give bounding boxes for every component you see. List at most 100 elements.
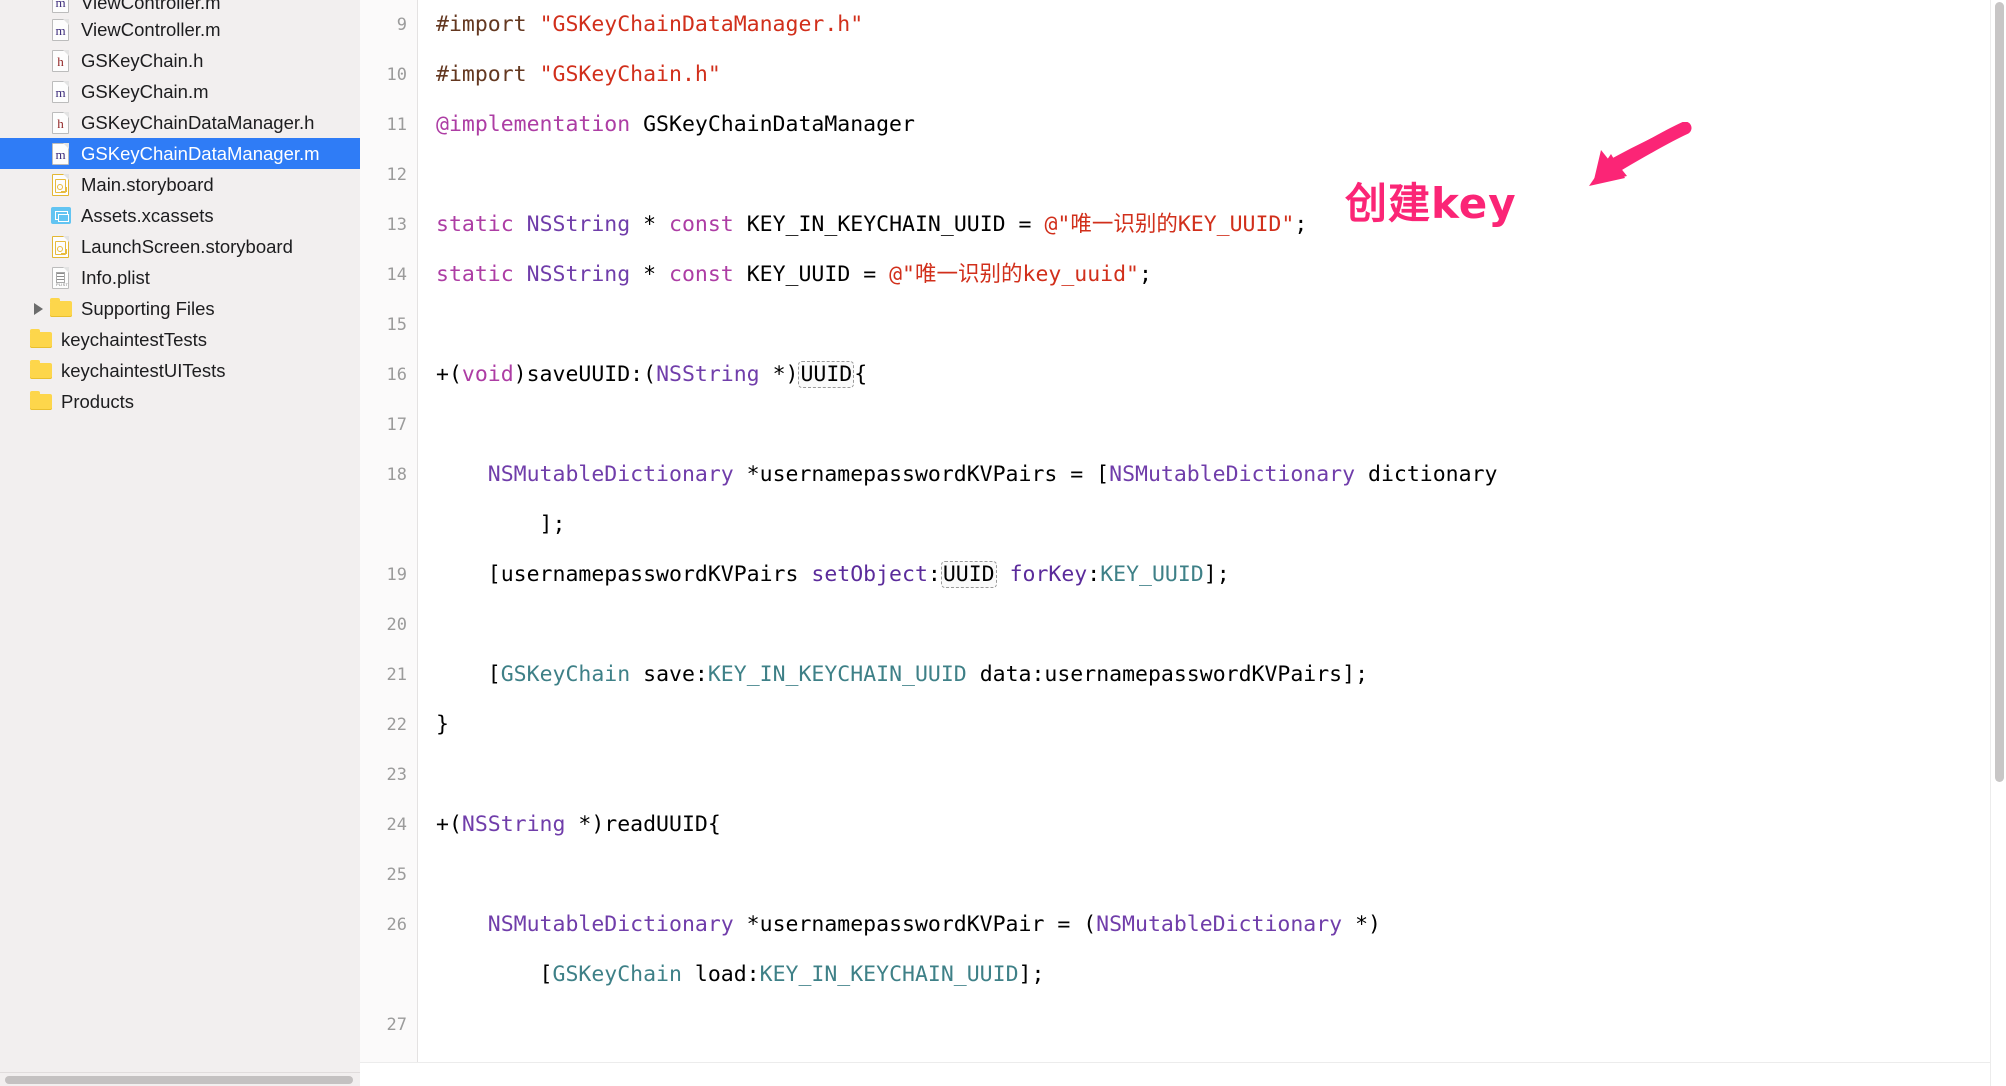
sidebar-item-label: Products xyxy=(61,391,134,413)
sidebar-item-viewcontroller-m[interactable]: mViewController.m xyxy=(0,0,360,14)
code-line[interactable]: NSMutableDictionary *usernamepasswordKVP… xyxy=(436,900,2006,950)
code-area[interactable]: #import "GSKeyChainDataManager.h"#import… xyxy=(418,0,2006,1086)
line-number: 10 xyxy=(360,50,417,100)
sidebar-item-label: keychaintestTests xyxy=(61,329,207,351)
sidebar-item-gskeychaindatamanager-h[interactable]: hGSKeyChainDataManager.h xyxy=(0,107,360,138)
line-number: 25 xyxy=(360,850,417,900)
code-token: } xyxy=(436,712,449,737)
sidebar-item-assets-xcassets[interactable]: Assets.xcassets xyxy=(0,200,360,231)
sidebar-item-keychaintesttests[interactable]: keychaintestTests xyxy=(0,324,360,355)
code-line[interactable]: } xyxy=(436,700,2006,750)
code-token: "GSKeyChain.h" xyxy=(540,62,721,87)
sidebar-item-label: GSKeyChainDataManager.h xyxy=(81,112,314,134)
code-token: NSString xyxy=(656,362,760,387)
code-line[interactable] xyxy=(436,150,2006,200)
code-token: #import xyxy=(436,62,540,87)
code-token: *usernamepasswordKVPairs = [ xyxy=(734,462,1109,487)
code-token: )saveUUID:( xyxy=(514,362,656,387)
sidebar-item-gskeychaindatamanager-m[interactable]: m GSKeyChainDataManager.m xyxy=(0,138,360,169)
folder-icon xyxy=(28,390,54,414)
code-token: const xyxy=(669,212,734,237)
sidebar-item-label: Info.plist xyxy=(81,267,150,289)
code-line[interactable]: static NSString * const KEY_IN_KEYCHAIN_… xyxy=(436,200,2006,250)
sidebar-scrollbar-thumb[interactable] xyxy=(5,1076,353,1084)
line-number: 17 xyxy=(360,400,417,450)
sidebar-item-label: GSKeyChain.h xyxy=(81,50,203,72)
code-line[interactable]: #import "GSKeyChain.h" xyxy=(436,50,2006,100)
file-list[interactable]: mViewController.mmViewController.mhGSKey… xyxy=(0,0,360,417)
code-token: * xyxy=(630,212,669,237)
editor-scrollbar-thumb[interactable] xyxy=(1995,2,2004,782)
sidebar-item-label: LaunchScreen.storyboard xyxy=(81,236,293,258)
code-line[interactable]: @implementation GSKeyChainDataManager xyxy=(436,100,2006,150)
code-line[interactable]: [usernamepasswordKVPairs setObject:UUID … xyxy=(436,550,2006,600)
storyboard-icon xyxy=(48,235,74,259)
code-token: NSMutableDictionary xyxy=(1096,912,1342,937)
code-line[interactable]: #import "GSKeyChainDataManager.h" xyxy=(436,0,2006,50)
folder-icon xyxy=(28,328,54,352)
line-number: 19 xyxy=(360,550,417,600)
code-token: NSMutableDictionary xyxy=(488,462,734,487)
code-line[interactable] xyxy=(436,1000,2006,1050)
code-token: +( xyxy=(436,362,462,387)
code-token: [usernamepasswordKVPairs xyxy=(436,562,811,587)
sidebar-item-label: ViewController.m xyxy=(81,0,221,14)
code-token: forKey xyxy=(1010,562,1088,587)
code-line[interactable] xyxy=(436,850,2006,900)
editor-vertical-scrollbar[interactable] xyxy=(1990,0,2006,1086)
sidebar-item-keychaintestuitests[interactable]: keychaintestUITests xyxy=(0,355,360,386)
code-token: ]; xyxy=(1019,962,1045,987)
code-token: dictionary xyxy=(1355,462,1497,487)
disclosure-triangle-icon[interactable] xyxy=(28,303,48,315)
code-token: NSMutableDictionary xyxy=(1109,462,1355,487)
code-token xyxy=(514,212,527,237)
sidebar-item-products[interactable]: Products xyxy=(0,386,360,417)
code-line[interactable]: static NSString * const KEY_UUID = @"唯一识… xyxy=(436,250,2006,300)
sidebar-item-label: GSKeyChainDataManager.m xyxy=(81,143,320,165)
code-line[interactable]: +(void)saveUUID:(NSString *)UUID{ xyxy=(436,350,2006,400)
code-token: : xyxy=(928,562,941,587)
code-line[interactable]: NSMutableDictionary *usernamepasswordKVP… xyxy=(436,450,2006,500)
line-number-continuation xyxy=(360,950,417,1000)
code-line[interactable]: [GSKeyChain save:KEY_IN_KEYCHAIN_UUID da… xyxy=(436,650,2006,700)
code-line-continuation: [GSKeyChain load:KEY_IN_KEYCHAIN_UUID]; xyxy=(436,950,2006,1000)
line-number: 18 xyxy=(360,450,417,500)
code-line[interactable] xyxy=(436,300,2006,350)
xcassets-icon xyxy=(48,204,74,228)
project-navigator[interactable]: mViewController.mmViewController.mhGSKey… xyxy=(0,0,360,1086)
code-token: ]; xyxy=(436,512,565,537)
code-line[interactable] xyxy=(436,600,2006,650)
code-line[interactable] xyxy=(436,400,2006,450)
sidebar-item-label: GSKeyChain.m xyxy=(81,81,209,103)
sidebar-item-supporting-files[interactable]: Supporting Files xyxy=(0,293,360,324)
sidebar-item-viewcontroller-m[interactable]: mViewController.m xyxy=(0,14,360,45)
line-number: 27 xyxy=(360,1000,417,1050)
line-number: 24 xyxy=(360,800,417,850)
sidebar-item-gskeychain-h[interactable]: hGSKeyChain.h xyxy=(0,45,360,76)
code-token: * xyxy=(630,262,669,287)
code-token: *)readUUID{ xyxy=(565,812,720,837)
code-token: @"唯一识别的KEY_UUID" xyxy=(1044,212,1294,237)
code-line[interactable]: +(NSString *)readUUID{ xyxy=(436,800,2006,850)
plist-icon: PLIST xyxy=(48,266,74,290)
code-token: GSKeyChainDataManager xyxy=(630,112,915,137)
code-token: KEY_IN_KEYCHAIN_UUID xyxy=(708,662,967,687)
code-token: KEY_IN_KEYCHAIN_UUID xyxy=(760,962,1019,987)
code-token: setObject xyxy=(811,562,928,587)
sidebar-item-launchscreen-storyboard[interactable]: LaunchScreen.storyboard xyxy=(0,231,360,262)
code-token: NSString xyxy=(527,262,631,287)
source-editor[interactable]: 9101112131415161718192021222324252627282… xyxy=(360,0,2006,1086)
code-line[interactable] xyxy=(436,750,2006,800)
sidebar-item-gskeychain-m[interactable]: mGSKeyChain.m xyxy=(0,76,360,107)
sidebar-item-main-storyboard[interactable]: Main.storyboard xyxy=(0,169,360,200)
code-token: @implementation xyxy=(436,112,630,137)
sidebar-item-label: Supporting Files xyxy=(81,298,215,320)
xcode-window: mViewController.mmViewController.mhGSKey… xyxy=(0,0,2006,1086)
code-token: UUID xyxy=(941,561,997,588)
code-token: data:usernamepasswordKVPairs]; xyxy=(967,662,1368,687)
file-m-icon: m xyxy=(48,142,74,166)
code-token: *) xyxy=(1342,912,1381,937)
sidebar-item-info-plist[interactable]: PLIST Info.plist xyxy=(0,262,360,293)
code-token: "GSKeyChainDataManager.h" xyxy=(540,12,864,37)
sidebar-horizontal-scrollbar[interactable] xyxy=(0,1072,360,1086)
